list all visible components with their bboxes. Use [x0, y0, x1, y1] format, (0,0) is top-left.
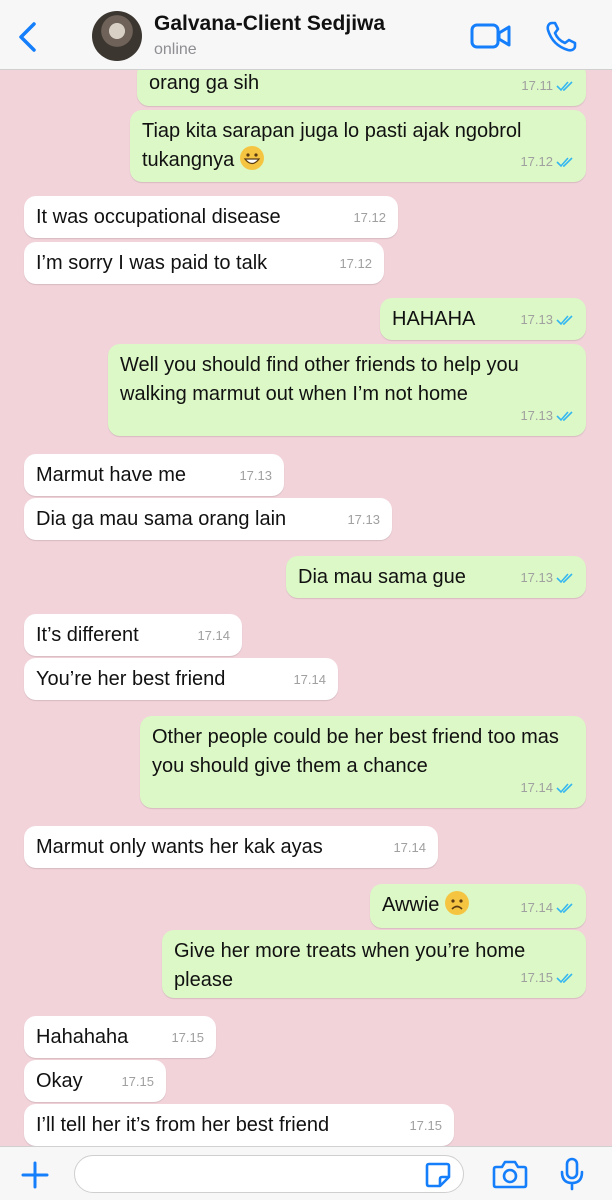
sticker-button[interactable] — [424, 1161, 452, 1189]
message-bubble-outgoing[interactable]: Dia mau sama gue 17.13 — [286, 556, 586, 598]
sticker-icon — [425, 1162, 451, 1188]
message-time: 17.11 — [521, 78, 553, 93]
message-meta: 17.14 — [520, 893, 574, 922]
contact-name[interactable]: Galvana-Client Sedjiwa — [154, 12, 385, 36]
camera-icon — [492, 1160, 528, 1189]
message-text: Other people could be her best friend to… — [152, 726, 565, 777]
double-check-icon — [556, 156, 573, 167]
double-check-icon — [556, 80, 573, 91]
message-meta: 17.12 — [520, 147, 574, 176]
message-meta: 17.15 — [171, 1023, 204, 1052]
message-bubble-incoming[interactable]: It was occupational disease 17.12 — [24, 196, 398, 238]
double-check-icon — [556, 410, 573, 421]
message-meta: 17.13 — [239, 461, 272, 490]
message-time: 17.15 — [409, 1118, 442, 1133]
message-bubble-incoming[interactable]: You’re her best friend 17.14 — [24, 658, 338, 700]
message-bubble-outgoing[interactable]: Other people could be her best friend to… — [140, 716, 586, 808]
contact-avatar[interactable] — [92, 11, 142, 61]
message-time: 17.12 — [339, 256, 372, 271]
message-text: Well you should find other friends to he… — [120, 354, 525, 405]
video-camera-icon — [470, 23, 511, 49]
back-button[interactable] — [14, 20, 42, 54]
message-time: 17.13 — [520, 312, 553, 327]
message-meta: 17.14 — [293, 665, 326, 694]
frowning-face-icon — [445, 891, 469, 915]
chevron-left-icon — [19, 22, 36, 52]
message-input[interactable] — [74, 1155, 464, 1193]
message-time: 17.13 — [347, 512, 380, 527]
message-meta: 17.14 — [393, 833, 426, 862]
message-time: 17.15 — [171, 1030, 204, 1045]
message-meta: 17.15 — [520, 963, 574, 992]
message-time: 17.14 — [197, 628, 230, 643]
message-bubble-outgoing[interactable]: Well you should find other friends to he… — [108, 344, 586, 436]
message-meta: 17.13 — [520, 401, 574, 430]
message-time: 17.15 — [121, 1074, 154, 1089]
camera-button[interactable] — [492, 1159, 528, 1189]
contact-status: online — [154, 41, 197, 58]
message-time: 17.12 — [353, 210, 386, 225]
microphone-icon — [560, 1157, 584, 1191]
message-bubble-incoming[interactable]: I’ll tell her it’s from her best friend … — [24, 1104, 454, 1146]
message-bubble-outgoing[interactable]: Give her more treats when you’re home pl… — [162, 930, 586, 998]
message-bubble-incoming[interactable]: Hahahaha 17.15 — [24, 1016, 216, 1058]
message-meta: 17.12 — [339, 249, 372, 278]
message-time: 17.15 — [520, 970, 553, 985]
chat-header: Galvana-Client Sedjiwa online — [0, 0, 612, 70]
message-bubble-incoming[interactable]: Dia ga mau sama orang lain 17.13 — [24, 498, 392, 540]
message-bubble-incoming[interactable]: Marmut have me 17.13 — [24, 454, 284, 496]
message-meta: 17.15 — [409, 1111, 442, 1140]
message-text: I’ll tell her it’s from her best friend — [36, 1114, 330, 1136]
message-meta: 17.13 — [520, 563, 574, 592]
message-time: 17.14 — [293, 672, 326, 687]
message-bubble-incoming[interactable]: I’m sorry I was paid to talk 17.12 — [24, 242, 384, 284]
message-meta: 17.13 — [347, 505, 380, 534]
message-time: 17.13 — [239, 468, 272, 483]
voice-call-button[interactable] — [544, 20, 578, 54]
message-text: Marmut only wants her kak ayas — [36, 836, 323, 858]
double-check-icon — [556, 572, 573, 583]
message-text: You’re her best friend — [36, 668, 226, 690]
message-text: It was occupational disease — [36, 206, 281, 228]
message-text: I’m sorry I was paid to talk — [36, 252, 268, 274]
double-check-icon — [556, 902, 573, 913]
double-check-icon — [556, 314, 573, 325]
message-meta: 17.13 — [520, 305, 574, 334]
message-time: 17.14 — [393, 840, 426, 855]
message-bubble-incoming[interactable]: Marmut only wants her kak ayas 17.14 — [24, 826, 438, 868]
double-check-icon — [556, 782, 573, 793]
message-text: Marmut have me — [36, 464, 187, 486]
message-bubble-outgoing[interactable]: HAHAHA 17.13 — [380, 298, 586, 340]
message-time: 17.13 — [520, 408, 553, 423]
phone-icon — [546, 21, 577, 52]
message-bubble-outgoing[interactable]: Tiap kita sarapan juga lo pasti ajak ngo… — [130, 110, 586, 182]
grinning-face-icon — [239, 146, 264, 170]
plus-icon — [21, 1161, 49, 1189]
message-time: 17.13 — [520, 570, 553, 585]
message-meta: 17.14 — [197, 621, 230, 650]
message-text: Tiap kita sarapan juga lo pasti ajak ngo… — [142, 120, 528, 171]
attach-button[interactable] — [20, 1160, 50, 1190]
message-text: Give her more treats when you’re home pl… — [174, 940, 531, 991]
message-time: 17.12 — [520, 154, 553, 169]
message-meta: 17.12 — [353, 203, 386, 232]
message-time: 17.14 — [520, 900, 553, 915]
message-meta: 17.14 — [520, 773, 574, 802]
message-bubble-incoming[interactable]: It’s different 17.14 — [24, 614, 242, 656]
message-bubble-incoming[interactable]: Okay 17.15 — [24, 1060, 166, 1102]
message-text: Awwie — [382, 894, 440, 916]
voice-message-button[interactable] — [560, 1157, 584, 1191]
message-text: orang ga sih — [149, 72, 260, 94]
message-time: 17.14 — [520, 780, 553, 795]
message-composer — [0, 1146, 612, 1200]
double-check-icon — [556, 972, 573, 983]
video-call-button[interactable] — [470, 22, 512, 50]
message-meta: 17.15 — [121, 1067, 154, 1096]
message-bubble-outgoing[interactable]: Awwie 17.14 — [370, 884, 586, 928]
message-text: Dia ga mau sama orang lain — [36, 508, 287, 530]
message-meta: 17.11 — [521, 71, 574, 100]
